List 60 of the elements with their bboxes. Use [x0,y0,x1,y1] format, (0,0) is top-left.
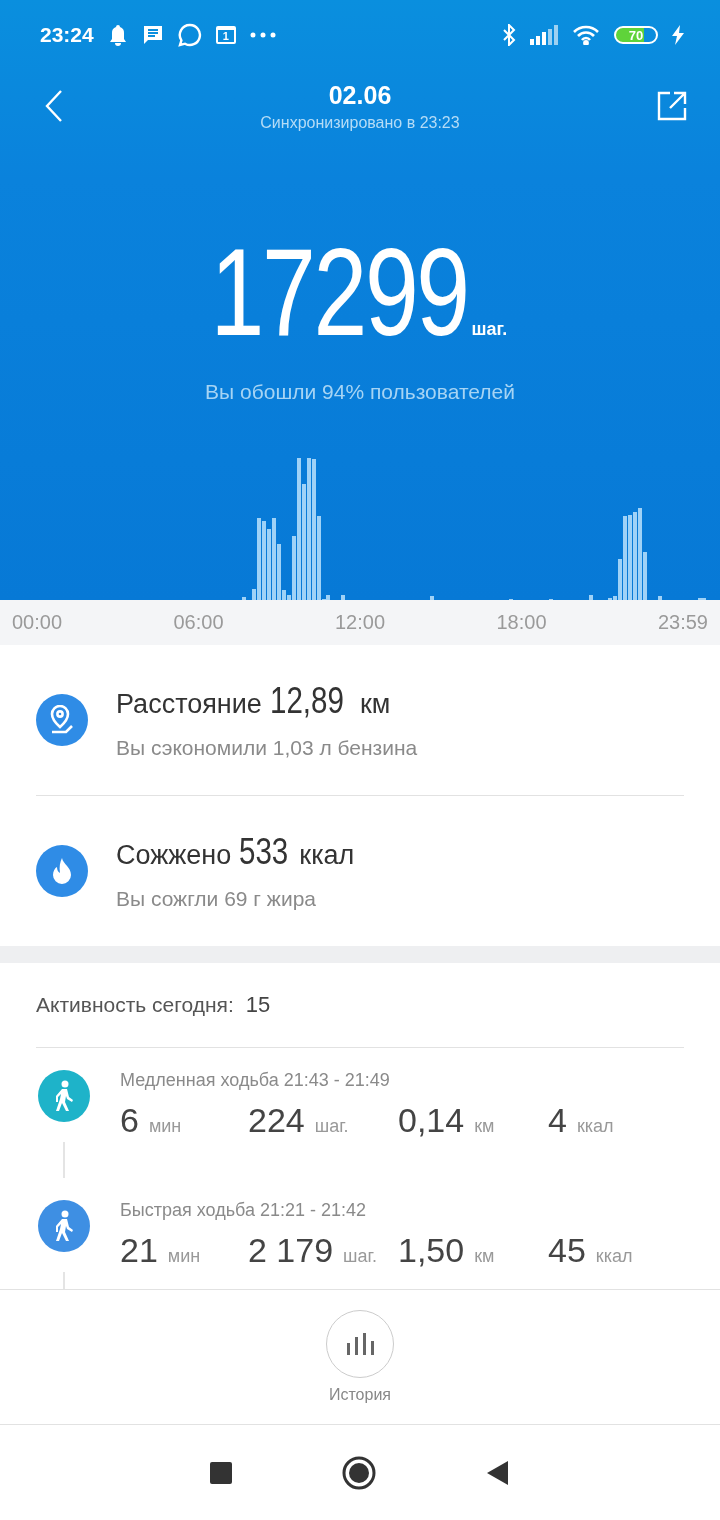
history-label: История [328,1386,391,1404]
summary-value: 533 [239,831,289,873]
recent-apps-button[interactable] [210,1461,232,1484]
calendar-icon: 1 [215,26,236,44]
stat-value: 2 179 [248,1231,334,1270]
stat-value: 6 [120,1101,139,1140]
home-button[interactable] [342,1455,376,1490]
bell-icon [107,24,128,46]
battery-icon: 70 [614,26,658,44]
summary-unit: ккал [299,840,355,871]
histogram-bar [341,595,345,600]
back-nav-button[interactable] [486,1459,510,1486]
stat-unit: км [474,1246,495,1267]
message-icon [141,25,164,45]
step-count: 17299 [210,242,468,342]
charging-icon [672,25,684,45]
walking-person-icon [53,1210,75,1242]
bar-chart-icon [346,1333,374,1355]
activity-count: 15 [245,992,271,1018]
summary-value: 12,89 [269,680,344,722]
status-time: 23:24 [40,23,94,47]
step-unit: шаг. [471,319,508,340]
signal-icon [530,25,558,45]
summary-unit: км [359,689,391,720]
stat-unit: шаг. [343,1246,377,1267]
stat-unit: мин [148,1116,182,1137]
location-icon [36,694,88,746]
sync-status: Синхронизировано в 23:23 [260,113,460,132]
time-axis-label: 23:59 [657,611,708,634]
stat-unit: ккал [576,1116,614,1137]
stat-unit: ккал [595,1246,633,1267]
stat-value: 4 [548,1101,567,1140]
summary-label: Сожжено [116,840,232,871]
stat-unit: км [474,1116,495,1137]
stat-value: 1,50 [398,1231,465,1270]
time-axis-label: 12:00 [334,611,386,634]
stat-unit: шаг. [314,1116,349,1137]
time-axis-label: 00:00 [12,611,63,634]
date-title: 02.06 [328,80,392,110]
flame-icon [36,845,88,897]
activity-title: Медленная ходьба 21:43 - 21:49 [120,1070,390,1090]
time-axis-label: 06:00 [173,611,224,634]
summary-note: Вы сэкономили 1,03 л бензина [116,736,418,760]
activity-title: Быстрая ходьба 21:21 - 21:42 [120,1200,367,1220]
histogram-bar [589,595,593,600]
summary-label: Расстояние [116,689,262,720]
comparison-text: Вы обошли 94% пользователей [205,380,515,404]
chat-bubble-icon [177,23,202,47]
activity-label: Активность сегодня: [36,993,234,1017]
summary-note: Вы сожгли 69 г жира [116,887,317,911]
wifi-icon [572,25,600,45]
time-axis-label: 18:00 [496,611,547,634]
bluetooth-icon [502,24,516,46]
stat-value: 0,14 [398,1101,465,1140]
stat-value: 21 [120,1231,158,1270]
stat-unit: мин [167,1246,201,1267]
more-icon [249,32,276,38]
stat-value: 45 [548,1231,586,1270]
stat-value: 224 [248,1101,305,1140]
walking-person-icon [53,1080,75,1112]
